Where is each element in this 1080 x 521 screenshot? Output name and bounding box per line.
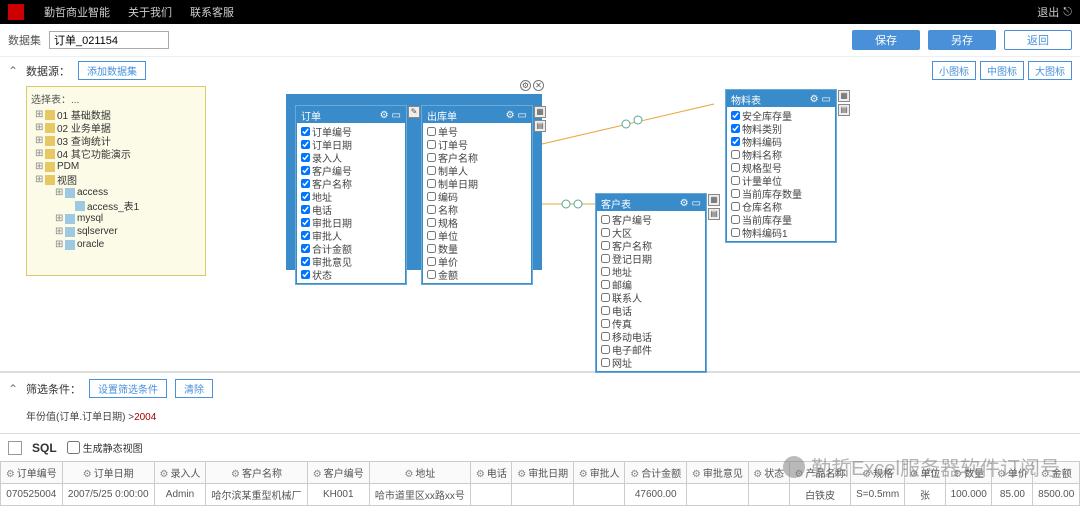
diagram-canvas[interactable]: ⚙✕ 订单⚙▭ 订单编号订单日期录入人客户编号客户名称地址电话审批日期审批人合计… [206,84,1080,371]
cell: 8500.00 [1033,484,1080,506]
col-header[interactable]: ⚙合计金额 [625,462,687,484]
static-view-checkbox[interactable]: 生成静态视图 [67,440,143,455]
tree-item[interactable]: ⊞mysql [31,212,201,225]
col-header[interactable]: ⚙规格 [851,462,905,484]
col-header[interactable]: ⚙数量 [946,462,992,484]
top-nav: 勤哲商业智能 关于我们 联系客服 [44,4,1037,20]
col-header[interactable]: ⚙状态 [748,462,789,484]
nav-bi[interactable]: 勤哲商业智能 [44,4,110,20]
cell [471,484,512,506]
saveas-button[interactable]: 另存 [928,30,996,50]
filter-expression: 年份值(订单.订单日期) >2004 [0,404,1080,433]
col-header[interactable]: ⚙订单编号 [1,462,63,484]
field-row[interactable]: 状态 [301,268,401,281]
col-header[interactable]: ⚙电话 [471,462,512,484]
box-tools-cust[interactable]: ▦▤ [708,194,720,220]
cell: 哈尔滨某重型机械厂 [206,484,308,506]
sql-label: SQL [32,441,57,455]
tree-title: 选择表：... [31,91,201,106]
tree-item[interactable]: ⊞04 其它功能演示 [31,147,201,160]
box-tools-order[interactable]: ✎ [408,106,420,118]
sel-opt-icon[interactable]: ⚙ [520,80,531,91]
gear-icon[interactable]: ⚙ [380,110,389,121]
tree-item[interactable]: ⊞sqlserver [31,225,201,238]
dataset-input[interactable] [49,31,169,49]
cell: 100.000 [946,484,992,506]
box-tools-mat[interactable]: ▦▤ [838,90,850,116]
table-box-mat[interactable]: 物料表⚙▭ 安全库存量物料类别物料编码物料名称规格型号计量单位当前库存数量仓库名… [726,90,836,242]
tree-item[interactable]: access_表1 [31,199,201,212]
col-header[interactable]: ⚙录入人 [154,462,205,484]
col-header[interactable]: ⚙客户名称 [206,462,308,484]
dock-icon[interactable]: ▭ [822,94,831,105]
box-title: 订单 [301,108,321,123]
source-tree[interactable]: 选择表：... ⊞01 基础数据⊞02 业务单据⊞03 查询统计⊞04 其它功能… [26,86,206,276]
box-title: 出库单 [427,108,457,123]
field-row[interactable]: 金额 [427,268,527,281]
box-title: 客户表 [601,196,631,211]
cell: 2007/5/25 0:00:00 [62,484,154,506]
grid-icon [8,441,22,455]
cell [512,484,574,506]
cell: 张 [904,484,945,506]
cell: 白铁皮 [789,484,851,506]
set-filter-button[interactable]: 设置筛选条件 [89,379,167,398]
result-grid[interactable]: ⚙订单编号⚙订单日期⚙录入人⚙客户名称⚙客户编号⚙地址⚙电话⚙审批日期⚙审批人⚙… [0,461,1080,506]
col-header[interactable]: ⚙金额 [1033,462,1080,484]
save-button[interactable]: 保存 [852,30,920,50]
cell [574,484,625,506]
logout-link[interactable]: 退出 [1037,4,1059,20]
dataset-label: 数据集 [8,32,41,48]
icon-small-button[interactable]: 小图标 [932,61,976,80]
cell [748,484,789,506]
nav-contact[interactable]: 联系客服 [190,4,234,20]
dock-icon[interactable]: ▭ [518,110,527,121]
gear-icon[interactable]: ⚙ [680,198,689,209]
box-title: 物料表 [731,92,761,107]
sel-close-icon[interactable]: ✕ [533,80,544,91]
box-tools-out[interactable]: ▦▤ [534,106,546,132]
col-header[interactable]: ⚙客户编号 [307,462,369,484]
tree-item[interactable]: ⊞视图 [31,173,201,186]
table-box-out[interactable]: 出库单⚙▭ 单号订单号客户名称制单人制单日期编码名称规格单位数量单价金额 [422,106,532,284]
cell [687,484,749,506]
icon-big-button[interactable]: 大图标 [1028,61,1072,80]
filter-label: 筛选条件： [26,381,81,397]
field-row[interactable]: 网址 [601,356,701,369]
tree-item[interactable]: ⊞oracle [31,238,201,251]
icon-mid-button[interactable]: 中图标 [980,61,1024,80]
cell: 47600.00 [625,484,687,506]
nav-about[interactable]: 关于我们 [128,4,172,20]
add-datasource-button[interactable]: 添加数据集 [78,61,146,80]
cell: 哈市道里区xx路xx号 [369,484,471,506]
cell: Admin [154,484,205,506]
cell: 85.00 [992,484,1033,506]
col-header[interactable]: ⚙地址 [369,462,471,484]
table-box-order[interactable]: 订单⚙▭ 订单编号订单日期录入人客户编号客户名称地址电话审批日期审批人合计金额审… [296,106,406,284]
col-header[interactable]: ⚙审批人 [574,462,625,484]
gear-icon[interactable]: ⚙ [810,94,819,105]
datasource-label: 数据源： [26,63,70,79]
logout-icon: ⎋ [1063,6,1072,19]
cell: KH001 [307,484,369,506]
table-box-cust[interactable]: 客户表⚙▭ 客户编号大区客户名称登记日期地址邮编联系人电话传真移动电话电子邮件网… [596,194,706,372]
dock-icon[interactable]: ▭ [692,198,701,209]
app-logo [8,4,24,20]
clear-filter-button[interactable]: 清除 [175,379,213,398]
col-header[interactable]: ⚙审批意见 [687,462,749,484]
col-header[interactable]: ⚙单价 [992,462,1033,484]
collapse-icon[interactable]: ⌃ [8,382,18,396]
field-row[interactable]: 物料编码1 [731,226,831,239]
col-header[interactable]: ⚙审批日期 [512,462,574,484]
col-header[interactable]: ⚙产品名称 [789,462,851,484]
cell: S=0.5mm [851,484,905,506]
col-header[interactable]: ⚙单位 [904,462,945,484]
gear-icon[interactable]: ⚙ [506,110,515,121]
col-header[interactable]: ⚙订单日期 [62,462,154,484]
dock-icon[interactable]: ▭ [392,110,401,121]
back-button[interactable]: 返回 [1004,30,1072,50]
collapse-icon[interactable]: ⌃ [8,64,18,78]
cell: 070525004 [1,484,63,506]
